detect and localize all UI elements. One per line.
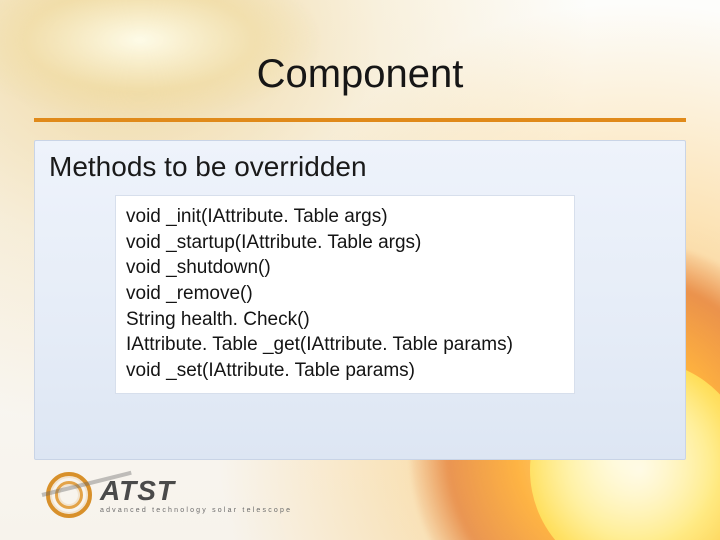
code-line: IAttribute. Table _get(IAttribute. Table… (126, 332, 564, 358)
code-line: void _init(IAttribute. Table args) (126, 204, 564, 230)
slide-title: Component (0, 52, 720, 97)
content-panel: Methods to be overridden void _init(IAtt… (34, 140, 686, 460)
logo-text: ATST advanced technology solar telescope (100, 477, 292, 514)
logo: ATST advanced technology solar telescope (46, 472, 292, 518)
code-line: String health. Check() (126, 307, 564, 333)
content-subheading: Methods to be overridden (49, 151, 367, 183)
slide: Component Methods to be overridden void … (0, 0, 720, 540)
code-line: void _shutdown() (126, 255, 564, 281)
title-divider (34, 118, 686, 122)
logo-acronym: ATST (100, 477, 292, 505)
code-line: void _remove() (126, 281, 564, 307)
title-wrap: Component (0, 52, 720, 97)
logo-tagline: advanced technology solar telescope (100, 507, 292, 514)
code-line: void _startup(IAttribute. Table args) (126, 230, 564, 256)
code-line: void _set(IAttribute. Table params) (126, 358, 564, 384)
logo-mark-icon (46, 472, 92, 518)
code-box: void _init(IAttribute. Table args) void … (115, 195, 575, 394)
